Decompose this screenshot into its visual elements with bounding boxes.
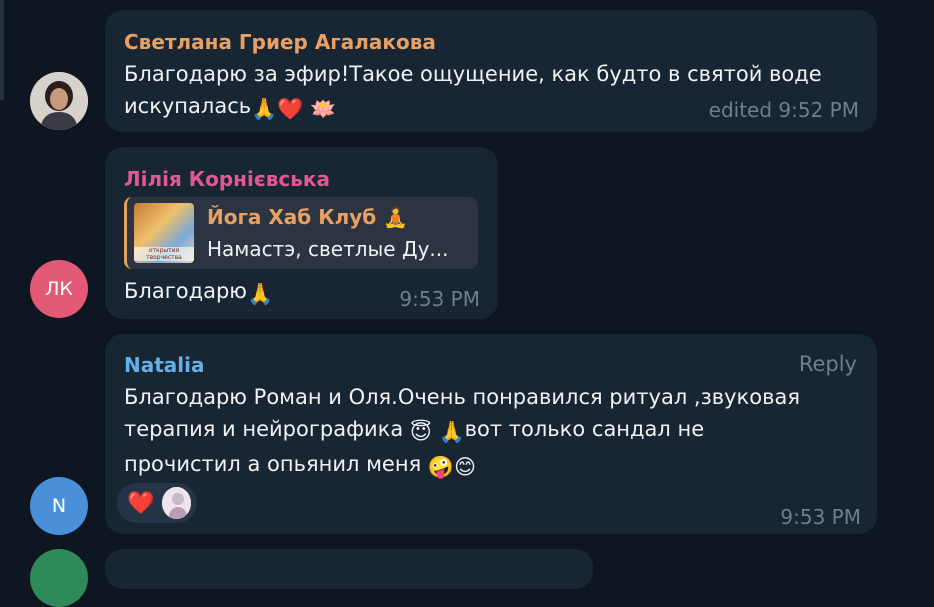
message-bubble[interactable]: Natalia Reply Благодарю Роман и Оля.Очен… [105,334,877,534]
message-text: Благодарю🙏 [124,275,273,310]
message-bubble[interactable] [105,549,593,589]
smiling-face-emoji-icon: 😊 [454,455,476,479]
sender-name[interactable]: Natalia [124,353,205,377]
sender-name[interactable]: Светлана Гриер Агалакова [124,30,436,54]
scroll-edge [0,0,4,100]
thumbnail-caption: открытия творчества [134,247,194,261]
message-line: терапия и нейрографика [124,417,404,441]
message-bubble[interactable]: Светлана Гриер Агалакова Благодарю за эф… [105,10,877,132]
message-line: вот только сандал не [464,417,705,441]
reactor-avatar [162,487,191,519]
message-line: искупалась [124,94,252,118]
smiling-halo-emoji-icon: 😇 [409,420,432,444]
avatar[interactable]: ЛК [30,260,88,318]
folded-hands-emoji-icon: 🙏 [251,97,278,121]
avatar[interactable] [30,72,88,130]
quote-title: Йога Хаб Клуб 🧘 [207,205,408,229]
heart-emoji-icon: ❤️ [277,97,304,121]
quote-title-text: Йога Хаб Клуб [207,205,377,229]
message-text: Благодарю Роман и Оля.Очень понравился р… [124,381,800,483]
reply-quote[interactable]: открытия творчества Йога Хаб Клуб 🧘 Нама… [124,197,478,269]
quote-thumbnail: открытия творчества [134,203,194,263]
message-line: Благодарю [124,279,247,303]
reactor-photo-icon [162,487,191,519]
folded-hands-emoji-icon: 🙏 [438,420,465,444]
avatar[interactable] [30,549,88,607]
sender-name[interactable]: Лілія Корнієвська [124,167,330,191]
yoga-emoji-icon: 🧘 [383,205,409,229]
reply-button[interactable]: Reply [799,352,857,376]
zany-face-emoji-icon: 🤪 [427,455,455,479]
message-timestamp: 9:53 PM [780,505,861,529]
heart-reaction-icon: ❤️ [127,490,155,516]
reaction-pill[interactable]: ❤️ [117,483,197,523]
message-timestamp: edited 9:52 PM [708,98,859,122]
quote-preview: Намастэ, светлые Ду... [207,237,449,261]
message-bubble[interactable]: Лілія Корнієвська открытия творчества Йо… [105,147,498,319]
avatar-photo-icon [30,72,88,130]
avatar[interactable]: N [30,477,88,535]
folded-hands-emoji-icon: 🙏 [246,282,274,306]
message-line: Благодарю Роман и Оля.Очень понравился р… [124,385,800,409]
message-line: прочистил а опьянил меня [124,452,422,476]
message-line: Благодарю за эфир!Такое ощущение, как бу… [124,62,822,86]
message-timestamp: 9:53 PM [399,287,480,311]
lotus-emoji-icon: 🪷 [310,97,337,121]
